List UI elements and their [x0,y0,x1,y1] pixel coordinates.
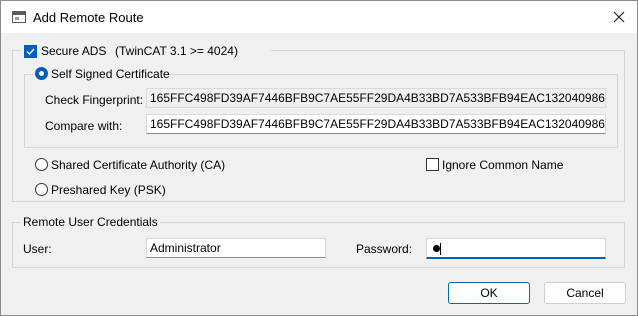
password-field[interactable] [426,238,606,259]
psk-label[interactable]: Preshared Key (PSK) [51,183,166,197]
shared-ca-label[interactable]: Shared Certificate Authority (CA) [51,158,225,172]
compare-with-field[interactable]: 165FFC498FD39AF7446BFB9C7AE55FF29DA4B33B… [146,114,606,134]
secure-ads-label[interactable]: Secure ADS [41,44,106,58]
shared-ca-radio[interactable] [35,158,48,171]
psk-radio[interactable] [35,183,48,196]
secure-ads-checkbox[interactable] [24,45,37,58]
window-app-icon [12,11,26,23]
close-icon[interactable] [611,9,627,25]
check-fingerprint-label: Check Fingerprint: [45,93,144,107]
ok-button[interactable]: OK [448,282,530,304]
text-caret [440,242,441,255]
title-bar[interactable]: Add Remote Route [1,1,637,33]
password-label: Password: [356,242,413,256]
self-signed-radio[interactable] [35,67,48,80]
ignore-common-name-checkbox[interactable] [426,158,439,171]
cancel-button[interactable]: Cancel [544,282,626,304]
check-fingerprint-field[interactable]: 165FFC498FD39AF7446BFB9C7AE55FF29DA4B33B… [146,88,606,108]
add-remote-route-dialog: Add Remote Route Secure ADS (TwinCAT 3.1… [0,0,638,316]
self-signed-group [24,74,618,148]
self-signed-label[interactable]: Self Signed Certificate [51,67,170,81]
credentials-legend: Remote User Credentials [21,215,160,229]
password-mask-dot [433,245,440,253]
twincat-version-note: (TwinCAT 3.1 >= 4024) [115,44,238,58]
window-title: Add Remote Route [33,10,144,25]
ignore-common-name-label[interactable]: Ignore Common Name [442,158,563,172]
checkmark-icon [26,48,35,56]
user-field[interactable]: Administrator [146,238,326,258]
compare-with-label: Compare with: [45,119,123,133]
user-label: User: [23,242,52,256]
